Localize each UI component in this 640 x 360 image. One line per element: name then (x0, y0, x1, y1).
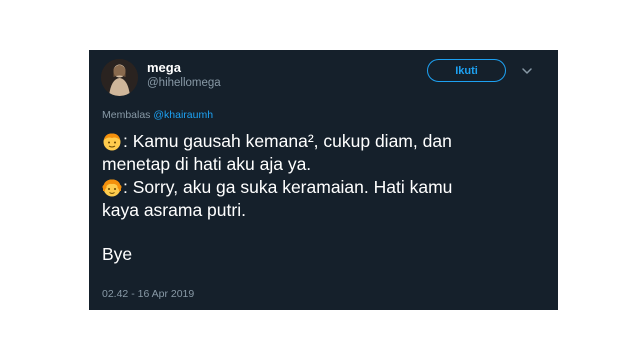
girl-emoji (102, 179, 122, 196)
reply-context: Membalas @khairaumh (102, 109, 213, 121)
tweet-text: : Kamu gausah kemana², cukup diam, dan m… (102, 130, 542, 266)
tweet-line-1-text: : Kamu gausah kemana², cukup diam, dan (123, 131, 452, 151)
tweet-line-3-text: : Sorry, aku ga suka keramaian. Hati kam… (123, 177, 453, 197)
avatar[interactable] (101, 59, 138, 96)
follow-button[interactable]: Ikuti (427, 59, 506, 82)
author-handle[interactable]: @hihellomega (147, 77, 221, 89)
tweet-line-5: Bye (102, 244, 133, 264)
author-name[interactable]: mega (147, 60, 181, 75)
reply-mention-link[interactable]: @khairaumh (153, 109, 213, 121)
tweet-line-4: kaya asrama putri. (102, 200, 246, 220)
reply-prefix: Membalas (102, 109, 151, 121)
tweet-line-1: : Kamu gausah kemana², cukup diam, dan (102, 130, 542, 153)
chevron-down-icon[interactable] (521, 65, 533, 77)
tweet-line-2: menetap di hati aku aja ya. (102, 154, 312, 174)
tweet-card: mega @hihellomega Ikuti Membalas @khaira… (89, 50, 558, 310)
tweet-timestamp[interactable]: 02.42 - 16 Apr 2019 (102, 288, 194, 300)
tweet-line-3: : Sorry, aku ga suka keramaian. Hati kam… (102, 176, 542, 199)
boy-emoji (103, 133, 121, 150)
